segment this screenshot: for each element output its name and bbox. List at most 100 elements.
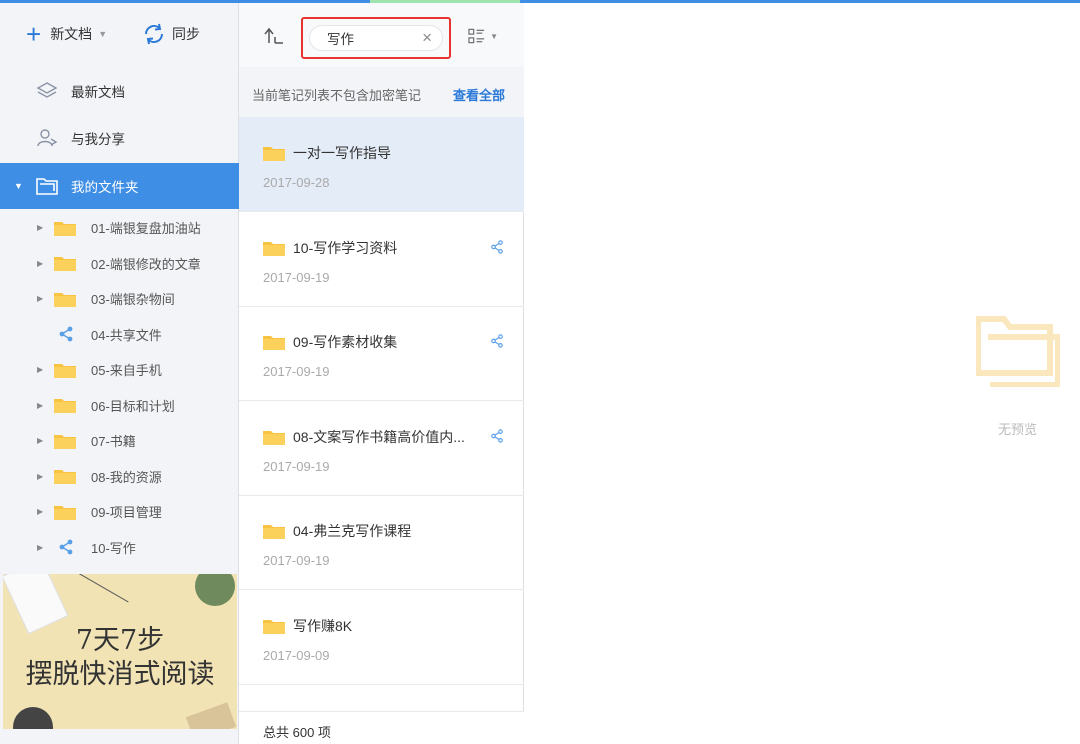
nav-shared-label: 与我分享 — [71, 132, 125, 147]
note-date: 2017-09-19 — [263, 553, 330, 569]
note-date: 2017-09-19 — [263, 269, 330, 285]
folder-outline-icon — [36, 175, 58, 197]
sidebar-folder-label: 07-书籍 — [91, 434, 136, 449]
expand-arrow-icon[interactable]: ▼ — [14, 181, 23, 191]
new-document-button[interactable]: + 新文档 ▼ — [26, 20, 107, 48]
note-list-item[interactable]: 10-写作学习资料 2017-09-19 — [239, 212, 524, 307]
view-all-link[interactable]: 查看全部 — [453, 85, 505, 104]
list-footer: 总共 600 项 — [239, 711, 524, 744]
note-title: 09-写作素材收集 — [293, 334, 398, 351]
nav-my-folders-label: 我的文件夹 — [71, 180, 139, 195]
share-icon[interactable] — [490, 429, 504, 443]
sidebar-folder-item[interactable]: ▶ 10-写作 — [0, 530, 239, 565]
chevron-down-icon: ▼ — [490, 31, 498, 41]
expand-arrow-icon[interactable]: ▶ — [37, 259, 43, 268]
expand-arrow-icon[interactable]: ▶ — [37, 401, 43, 410]
sync-button[interactable]: 同步 — [142, 20, 200, 48]
nav-recent-label: 最新文档 — [71, 85, 125, 100]
note-date: 2017-09-19 — [263, 364, 330, 380]
note-title: 写作赚8K — [293, 618, 353, 634]
no-preview-text: 无预览 — [998, 422, 1038, 437]
layers-icon — [36, 80, 58, 102]
notice-text: 当前笔记列表不包含加密笔记 — [252, 88, 422, 103]
note-list-panel: × ▼ 当前笔记列表不包含加密笔记 查看全部 一对一写作指导 2017-09-28… — [239, 3, 524, 744]
folder-icon — [54, 397, 76, 413]
sidebar-folder-label: 01-端银复盘加油站 — [91, 221, 201, 236]
expand-arrow-icon[interactable]: ▶ — [37, 294, 43, 303]
list-view-icon — [468, 28, 485, 44]
folder-icon — [54, 291, 76, 307]
search-box: × — [309, 25, 443, 51]
sidebar-folder-label: 10-写作 — [91, 540, 136, 556]
sidebar-folder-item[interactable]: ▶ 06-目标和计划 — [0, 388, 239, 423]
expand-arrow-icon[interactable]: ▶ — [37, 365, 43, 374]
sidebar-folder-item[interactable]: ▶ 09-项目管理 — [0, 494, 239, 529]
note-title: 04-弗兰克写作课程 — [293, 523, 412, 540]
note-title: 一对一写作指导 — [293, 145, 391, 161]
sidebar-folder-item[interactable]: ▶ 05-来自手机 — [0, 352, 239, 387]
sidebar-folder-label: 08-我的资源 — [91, 469, 162, 485]
sidebar-folder-item[interactable]: ▶ 01-端银复盘加油站 — [0, 210, 239, 245]
nav-my-folders[interactable]: ▼ 我的文件夹 — [0, 163, 239, 209]
expand-arrow-icon[interactable]: ▶ — [37, 507, 43, 516]
search-input[interactable] — [327, 30, 423, 46]
promo-banner[interactable]: 7天7步 摆脱快消式阅读 — [3, 574, 237, 729]
view-mode-button[interactable]: ▼ — [468, 27, 498, 45]
sidebar-folder-label: 09-项目管理 — [91, 505, 162, 520]
list-toolbar: × ▼ — [239, 3, 524, 67]
nav-shared-with-me[interactable]: 与我分享 — [0, 115, 239, 161]
share-icon — [58, 539, 74, 555]
note-list-item[interactable]: 04-弗兰克写作课程 2017-09-19 — [239, 495, 524, 591]
search-highlight-box: × — [301, 17, 451, 59]
share-icon[interactable] — [490, 334, 504, 348]
total-count: 总共 600 项 — [263, 725, 331, 740]
user-share-icon — [36, 127, 58, 149]
decor-clock — [13, 707, 53, 729]
folder-icon — [263, 240, 285, 256]
expand-arrow-icon[interactable]: ▶ — [37, 223, 43, 232]
back-up-icon[interactable] — [263, 25, 285, 47]
folder-icon — [54, 362, 76, 378]
sidebar-folder-label: 03-端银杂物间 — [91, 292, 175, 307]
nav-recent-documents[interactable]: 最新文档 — [0, 68, 239, 114]
note-title: 10-写作学习资料 — [293, 239, 398, 256]
sidebar-folder-item[interactable]: ▶ 03-端银杂物间 — [0, 281, 239, 316]
chevron-down-icon[interactable]: ▼ — [98, 29, 107, 39]
folder-icon — [54, 255, 76, 271]
folder-icon — [263, 429, 285, 445]
sidebar-folder-label: 06-目标和计划 — [91, 398, 175, 414]
new-document-label: 新文档 — [50, 26, 93, 42]
note-list-item[interactable]: 09-写作素材收集 2017-09-19 — [239, 306, 524, 402]
clear-search-icon[interactable]: × — [422, 28, 432, 48]
sidebar-toolbar: + 新文档 ▼ 同步 — [0, 3, 239, 67]
expand-arrow-icon[interactable]: ▶ — [37, 436, 43, 445]
folder-icon — [263, 334, 285, 351]
sidebar-folder-item[interactable]: ▶ 02-端银修改的文章 — [0, 246, 239, 281]
folder-icon — [54, 468, 76, 484]
note-date: 2017-09-19 — [263, 458, 330, 474]
note-list-item[interactable]: 08-文案写作书籍高价值内... 2017-09-19 — [239, 401, 524, 496]
sync-icon — [145, 23, 163, 45]
sidebar-folder-label: 05-来自手机 — [91, 363, 162, 378]
note-list-item[interactable]: 写作赚8K 2017-09-09 — [239, 590, 524, 685]
plus-icon: + — [26, 19, 42, 49]
sidebar-folder-item[interactable]: ▶ 07-书籍 — [0, 423, 239, 458]
share-icon[interactable] — [490, 239, 504, 254]
sidebar-folder-item[interactable]: 04-共享文件 — [0, 317, 239, 352]
sidebar-folder-label: 04-共享文件 — [91, 327, 162, 343]
folder-icon — [54, 504, 76, 520]
sidebar-folder-item[interactable]: ▶ 08-我的资源 — [0, 459, 239, 494]
expand-arrow-icon[interactable]: ▶ — [37, 543, 43, 552]
note-list-item[interactable]: 一对一写作指导 2017-09-28 — [239, 117, 524, 212]
empty-folder-icon — [976, 316, 1060, 387]
folder-icon — [263, 523, 285, 540]
sync-label: 同步 — [172, 26, 200, 42]
decor-line — [67, 574, 129, 603]
expand-arrow-icon[interactable]: ▶ — [37, 472, 43, 481]
banner-subtitle: 摆脱快消式阅读 — [25, 659, 215, 690]
folder-icon — [54, 433, 76, 449]
note-date: 2017-09-09 — [263, 648, 330, 663]
note-date: 2017-09-28 — [263, 175, 330, 190]
sidebar-folder-label: 02-端银修改的文章 — [91, 256, 201, 272]
folder-icon — [54, 220, 76, 236]
